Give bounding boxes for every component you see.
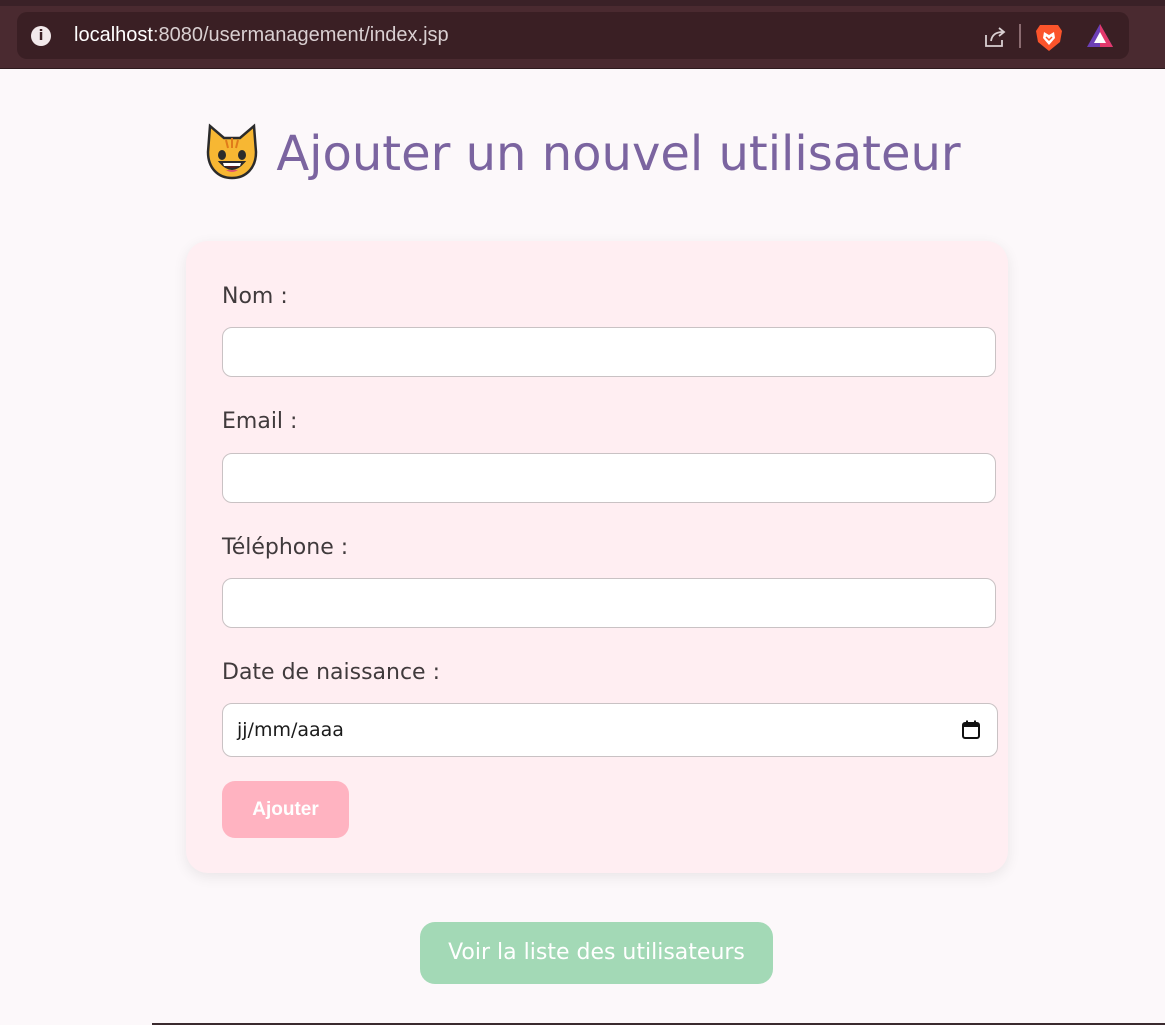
birthdate-placeholder: jj/mm/aaaa — [237, 719, 344, 741]
page-title-text: Ajouter un nouvel utilisateur — [276, 126, 961, 182]
brave-lion-icon[interactable] — [1035, 22, 1063, 52]
address-url[interactable]: localhost:8080/usermanagement/index.jsp — [74, 24, 449, 47]
calendar-icon[interactable] — [961, 720, 981, 740]
info-icon[interactable]: i — [31, 26, 51, 46]
phone-label: Téléphone : — [222, 535, 349, 560]
browser-toolbar: i localhost:8080/usermanagement/index.js… — [0, 0, 1165, 69]
page-title: Ajouter un nouvel utilisateur — [0, 122, 1165, 182]
add-button[interactable]: Ajouter — [222, 781, 349, 838]
birthdate-field[interactable]: jj/mm/aaaa — [222, 703, 998, 757]
email-field[interactable] — [222, 453, 996, 503]
tab-strip — [0, 0, 1165, 6]
url-host: localhost — [74, 24, 153, 46]
phone-field[interactable] — [222, 578, 996, 628]
smiling-cat-icon — [207, 123, 258, 180]
share-icon[interactable] — [982, 24, 1008, 50]
triangle-rewards-icon[interactable] — [1086, 23, 1114, 49]
name-label: Nom : — [222, 284, 288, 309]
view-users-list-link[interactable]: Voir la liste des utilisateurs — [420, 922, 773, 984]
url-path: :8080/usermanagement/index.jsp — [152, 24, 449, 46]
birthdate-label: Date de naissance : — [222, 660, 440, 685]
email-label: Email : — [222, 409, 298, 434]
name-field[interactable] — [222, 327, 996, 377]
toolbar-separator — [1019, 24, 1021, 48]
